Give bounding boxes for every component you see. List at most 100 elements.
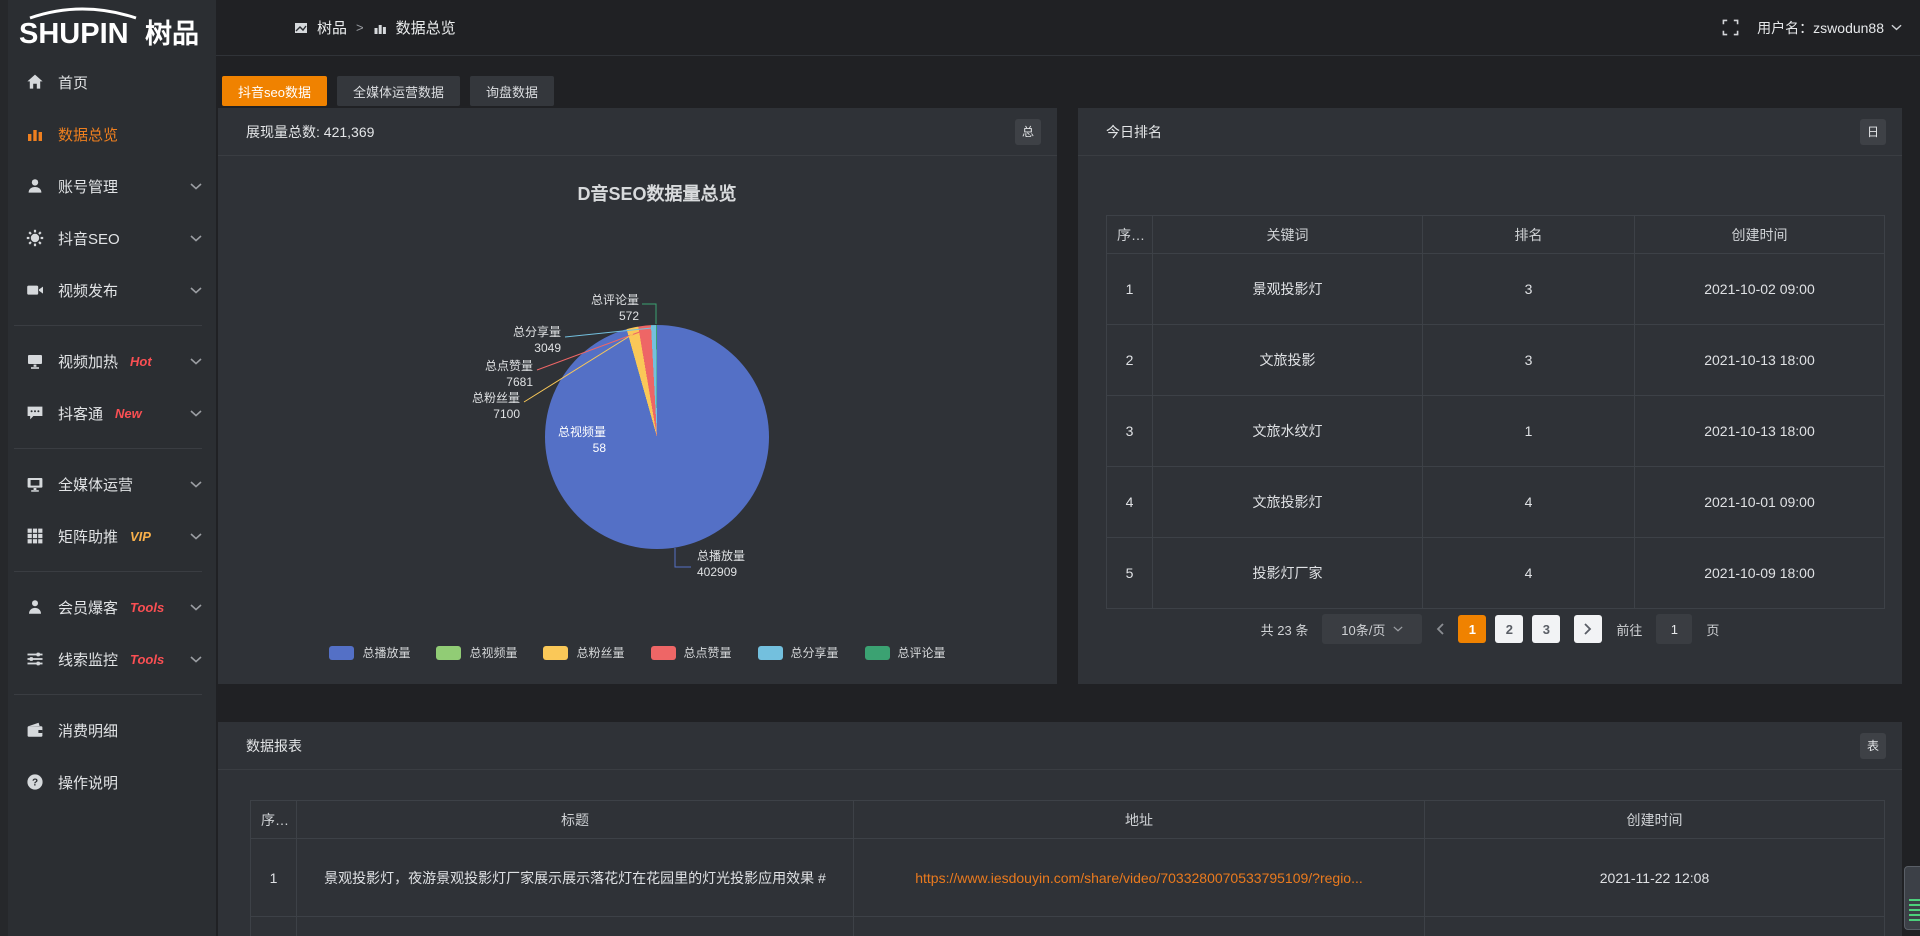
goto-suffix: 页 — [1706, 620, 1719, 639]
table-cell: 4 — [1423, 467, 1635, 538]
scroll-widget[interactable] — [1904, 866, 1920, 930]
scroll-widget-stripes — [1909, 899, 1920, 923]
sidebar-item-account-management[interactable]: 账号管理 — [0, 160, 216, 212]
sidebar-item-label: 账号管理 — [58, 176, 118, 197]
sidebar-item-matrix-boost[interactable]: 矩阵助推 VIP — [0, 510, 216, 562]
table-cell: 景观投影灯 — [1153, 254, 1423, 325]
legend-label: 总分享量 — [791, 644, 839, 661]
video-url-link[interactable]: https://www.iesdouyin.com/share/video/70… — [915, 870, 1363, 886]
svg-text:?: ? — [32, 778, 38, 789]
legend-item[interactable]: 总播放量 — [329, 644, 410, 661]
sidebar-item-data-overview[interactable]: 数据总览 — [0, 108, 216, 160]
sidebar-item-badge: New — [115, 406, 142, 421]
sidebar-item-home[interactable]: 首页 — [0, 56, 216, 108]
wallet-icon — [26, 721, 44, 739]
table-cell: 1 — [1423, 396, 1635, 467]
sidebar-item-badge: VIP — [130, 529, 151, 544]
sidebar: SHUPIN 树品 首页数据总览账号管理抖音SEO视频发布视频加热Hot抖客通N… — [0, 0, 216, 936]
sliders-icon — [26, 650, 44, 668]
sidebar-item-clue-monitor[interactable]: 线索监控Tools — [0, 633, 216, 685]
table-cell: 2 — [1107, 325, 1153, 396]
column-header: 关键词 — [1153, 216, 1423, 254]
column-header: 地址 — [854, 801, 1425, 839]
tab-inquiry-data[interactable]: 询盘数据 — [470, 76, 554, 106]
page-button-3[interactable]: 3 — [1532, 615, 1560, 643]
table-cell: 投影灯厂家 — [1153, 538, 1423, 609]
table-cell: 2021-10-02 09:00 — [1635, 254, 1885, 325]
column-header: 序号 — [1107, 216, 1153, 254]
next-page-button[interactable] — [1574, 615, 1602, 643]
legend-swatch — [329, 646, 354, 660]
sidebar-item-member-baoke[interactable]: 会员爆客Tools — [0, 581, 216, 633]
breadcrumb-root[interactable]: 树品 — [317, 17, 347, 38]
user-menu[interactable]: 用户名：zswodun88 — [1757, 18, 1902, 38]
sidebar-item-label: 矩阵助推 — [58, 526, 118, 547]
sidebar-item-label: 首页 — [58, 72, 88, 93]
chart-panel-header: 展现量总数: 421,369 总 — [218, 108, 1057, 156]
chevron-right-icon — [1584, 623, 1592, 635]
legend-item[interactable]: 总评论量 — [865, 644, 946, 661]
user-icon — [26, 177, 44, 195]
legend-item[interactable]: 总粉丝量 — [543, 644, 624, 661]
sidebar-menu: 首页数据总览账号管理抖音SEO视频发布视频加热Hot抖客通New全媒体运营矩阵助… — [0, 56, 216, 808]
legend-label: 总视频量 — [469, 644, 517, 661]
sidebar-item-video-publish[interactable]: 视频发布 — [0, 264, 216, 316]
column-header: 排名 — [1423, 216, 1635, 254]
data-report-panel: 数据报表 表 序号标题地址创建时间 1景观投影灯，夜游景观投影灯厂家展示展示落花… — [218, 722, 1902, 936]
page-size-select[interactable]: 10条/页 — [1322, 614, 1422, 644]
ranking-panel-title: 今日排名 — [1106, 122, 1162, 142]
table-cell: 文旅投影灯 — [1153, 467, 1423, 538]
chevron-left-icon — [1436, 623, 1444, 635]
chevron-down-icon — [190, 183, 202, 190]
legend-item[interactable]: 总分享量 — [758, 644, 839, 661]
page-button-2[interactable]: 2 — [1495, 615, 1523, 643]
sidebar-item-consumption-detail[interactable]: 消费明细 — [0, 704, 216, 756]
video-icon — [26, 281, 44, 299]
report-table: 序号标题地址创建时间 1景观投影灯，夜游景观投影灯厂家展示展示落花灯在花园里的灯… — [250, 800, 1885, 936]
table-row — [251, 917, 1885, 936]
person-icon — [26, 598, 44, 616]
sidebar-item-omni-media[interactable]: 全媒体运营 — [0, 458, 216, 510]
pie-label-comments: 总评论量 572 — [591, 292, 639, 324]
legend-swatch — [865, 646, 890, 660]
table-cell: 2021-10-13 18:00 — [1635, 396, 1885, 467]
table-row: 1景观投影灯，夜游景观投影灯厂家展示展示落花灯在花园里的灯光投影应用效果 #ht… — [251, 839, 1885, 917]
table-cell: https://www.iesdouyin.com/share/video/70… — [854, 839, 1425, 917]
chevron-down-icon — [190, 656, 202, 663]
sidebar-item-douketong[interactable]: 抖客通New — [0, 387, 216, 439]
chevron-down-icon — [190, 358, 202, 365]
bar-chart-icon — [373, 21, 387, 35]
total-toggle-button[interactable]: 总 — [1015, 119, 1041, 145]
table-cell: 2021-10-13 18:00 — [1635, 325, 1885, 396]
tab-douyin-seo-data[interactable]: 抖音seo数据 — [222, 76, 327, 106]
topbar-right: 用户名：zswodun88 — [1722, 18, 1902, 38]
sidebar-divider — [14, 571, 202, 572]
table-toggle-button[interactable]: 表 — [1860, 733, 1886, 759]
chevron-down-icon — [190, 410, 202, 417]
breadcrumb: 树品 > 数据总览 — [294, 17, 456, 38]
douyin-seo-overview-panel: 展现量总数: 421,369 总 D音SEO数据量总览 总评论量 572 总分享… — [218, 108, 1057, 684]
chevron-down-icon — [190, 533, 202, 540]
sidebar-item-badge: Hot — [130, 354, 152, 369]
breadcrumb-current[interactable]: 数据总览 — [396, 17, 456, 38]
page-button-1[interactable]: 1 — [1458, 615, 1486, 643]
prev-page-button[interactable] — [1436, 623, 1444, 635]
sidebar-item-operation-guide[interactable]: ?操作说明 — [0, 756, 216, 808]
legend-item[interactable]: 总点赞量 — [651, 644, 732, 661]
breadcrumb-separator: > — [356, 20, 364, 35]
sidebar-item-douyin-seo[interactable]: 抖音SEO — [0, 212, 216, 264]
table-cell: 4 — [1423, 538, 1635, 609]
tab-omni-media-data[interactable]: 全媒体运营数据 — [337, 76, 460, 106]
fullscreen-icon[interactable] — [1722, 19, 1739, 36]
sidebar-item-label: 线索监控 — [58, 649, 118, 670]
day-toggle-button[interactable]: 日 — [1860, 119, 1886, 145]
chevron-down-icon — [190, 604, 202, 611]
table-cell: 2021-10-01 09:00 — [1635, 467, 1885, 538]
table-row: 1景观投影灯32021-10-02 09:00 — [1107, 254, 1885, 325]
screen-icon — [26, 352, 44, 370]
goto-page-input[interactable] — [1656, 614, 1692, 644]
legend-item[interactable]: 总视频量 — [436, 644, 517, 661]
chevron-down-icon — [190, 287, 202, 294]
pagination: 共 23 条 10条/页 123 前往 页 — [1078, 614, 1902, 644]
sidebar-item-video-heat[interactable]: 视频加热Hot — [0, 335, 216, 387]
